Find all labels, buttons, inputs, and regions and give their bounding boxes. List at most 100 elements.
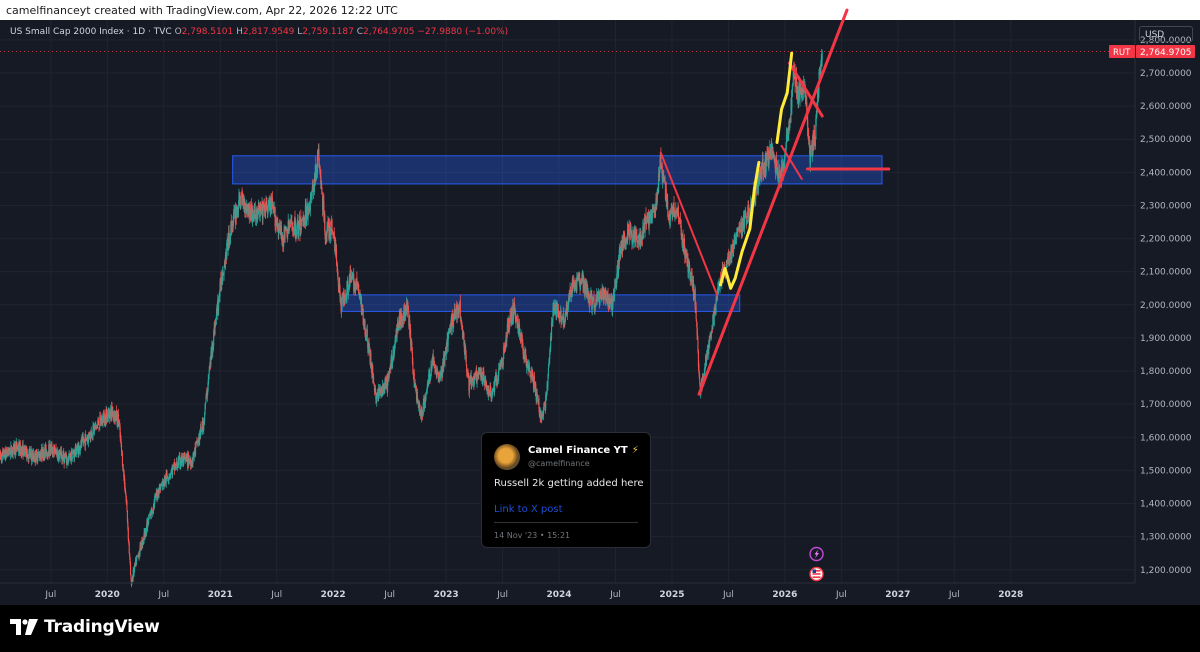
candle-body bbox=[376, 396, 378, 402]
candle-body bbox=[593, 296, 595, 308]
candle-body bbox=[117, 413, 119, 423]
chart-plot[interactable]: 1,200.0000 1,300.0000 1,400.0000 1,500.0000… bbox=[0, 0, 1200, 652]
x-tick-label: Jul bbox=[609, 590, 621, 600]
x-tick-label: 2020 bbox=[95, 590, 120, 600]
candle-body bbox=[130, 563, 132, 576]
trendline-red bbox=[697, 8, 849, 396]
candle-body bbox=[267, 206, 269, 208]
candle-body bbox=[459, 300, 461, 318]
candle-body bbox=[213, 331, 215, 347]
y-tick-label: 2,400.0000 bbox=[1140, 168, 1192, 178]
candle-body bbox=[658, 173, 661, 176]
y-tick-label: 1,600.0000 bbox=[1140, 433, 1192, 443]
candle-body bbox=[120, 444, 123, 452]
candle-body bbox=[651, 209, 653, 220]
y-tick-label: 1,800.0000 bbox=[1140, 367, 1192, 377]
candle-body bbox=[667, 200, 669, 210]
candle-body bbox=[696, 320, 698, 322]
x-tick-label: 2024 bbox=[546, 590, 571, 600]
candle-body bbox=[726, 262, 728, 264]
candle-body bbox=[697, 339, 699, 351]
candle-body bbox=[518, 324, 521, 335]
price-tag-value: 2,764.9705 bbox=[1140, 48, 1192, 58]
candle-body bbox=[97, 419, 100, 426]
candle-body bbox=[762, 174, 764, 175]
candle-body bbox=[148, 516, 151, 518]
symbol-legend: US Small Cap 2000 Index · 1D · TVC O2,79… bbox=[10, 27, 508, 37]
avatar bbox=[494, 444, 520, 470]
tradingview-logo-icon bbox=[10, 619, 38, 635]
x-tick-label: Jul bbox=[722, 590, 734, 600]
open-label: O bbox=[174, 27, 182, 37]
x-tick-label: Jul bbox=[44, 590, 56, 600]
x-axis: Jul 2020 Jul 2021 Jul 2022 Jul 2023 Jul 2024 Jul 20… bbox=[0, 582, 1135, 600]
candle-body bbox=[204, 403, 207, 405]
candle-body bbox=[448, 329, 451, 331]
candle-body bbox=[200, 425, 202, 429]
candle-body bbox=[775, 159, 778, 167]
candle-body bbox=[547, 367, 549, 377]
us-flag-stripe bbox=[812, 576, 821, 578]
tweet-link[interactable]: Link to X post bbox=[494, 504, 563, 515]
lightning-icon: ⚡ bbox=[631, 445, 639, 456]
candle-body bbox=[195, 445, 197, 455]
candle-body bbox=[407, 306, 409, 312]
x-tick-label: 2025 bbox=[659, 590, 684, 600]
high-label: H bbox=[236, 27, 243, 37]
us-flag-stripe bbox=[812, 573, 821, 575]
candle-body bbox=[347, 290, 349, 295]
y-tick-label: 1,700.0000 bbox=[1140, 400, 1192, 410]
x-tick-label: 2022 bbox=[321, 590, 346, 600]
x-tick-label: 2023 bbox=[434, 590, 459, 600]
candle-body bbox=[362, 305, 364, 308]
close-value: 2,764.9705 bbox=[362, 27, 415, 37]
x-tick-label: 2028 bbox=[998, 590, 1023, 600]
candle-body bbox=[613, 292, 615, 301]
candle-body bbox=[127, 527, 129, 540]
tweet-card[interactable]: Camel Finance YT ⚡ @camelfinance Russell … bbox=[481, 432, 651, 548]
candle-body bbox=[324, 214, 326, 232]
candle-body bbox=[746, 219, 748, 224]
candle-body bbox=[467, 370, 469, 373]
y-axis: 1,200.0000 1,300.0000 1,400.0000 1,500.0000… bbox=[1109, 20, 1200, 583]
candle-body bbox=[425, 394, 427, 401]
tradingview-logo[interactable]: TradingView bbox=[10, 617, 160, 637]
candle-body bbox=[196, 443, 198, 445]
candle-body bbox=[778, 164, 780, 178]
candle-body bbox=[71, 455, 73, 460]
candle-body bbox=[366, 329, 368, 337]
x-tick-label: Jul bbox=[157, 590, 169, 600]
candle-body bbox=[223, 269, 225, 276]
ticker-label: RUT bbox=[1113, 48, 1131, 58]
candle-body bbox=[561, 317, 563, 323]
y-tick-label: 1,200.0000 bbox=[1140, 566, 1192, 576]
y-tick-label: 2,300.0000 bbox=[1140, 201, 1192, 211]
candle-body bbox=[301, 222, 303, 226]
divider bbox=[494, 522, 638, 523]
y-tick-label: 2,600.0000 bbox=[1140, 102, 1192, 112]
candle-body bbox=[205, 395, 207, 403]
y-tick-label: 1,500.0000 bbox=[1140, 466, 1192, 476]
y-tick-label: 1,300.0000 bbox=[1140, 533, 1192, 543]
candle-body bbox=[121, 453, 123, 467]
currency-selector[interactable]: USD bbox=[1139, 26, 1193, 42]
candle-body bbox=[373, 376, 375, 382]
us-flag-canton bbox=[812, 569, 817, 573]
x-tick-label: 2021 bbox=[208, 590, 233, 600]
x-tick-label: 2026 bbox=[772, 590, 797, 600]
candle-body bbox=[695, 306, 697, 319]
low-value: 2,759.1187 bbox=[302, 27, 354, 37]
candle-body bbox=[358, 283, 360, 294]
candle-body bbox=[300, 226, 302, 231]
tradingview-wordmark: TradingView bbox=[44, 617, 160, 637]
candle-body bbox=[612, 297, 614, 307]
y-tick-label: 2,200.0000 bbox=[1140, 235, 1192, 245]
y-tick-label: 2,500.0000 bbox=[1140, 135, 1192, 145]
candle-body bbox=[229, 235, 231, 243]
candle-body bbox=[498, 368, 500, 376]
tweet-handle: @camelfinance bbox=[528, 459, 590, 468]
candle-body bbox=[576, 277, 578, 291]
high-value: 2,817.9549 bbox=[242, 27, 295, 37]
candle-body bbox=[691, 273, 693, 282]
candle-body bbox=[364, 320, 366, 335]
